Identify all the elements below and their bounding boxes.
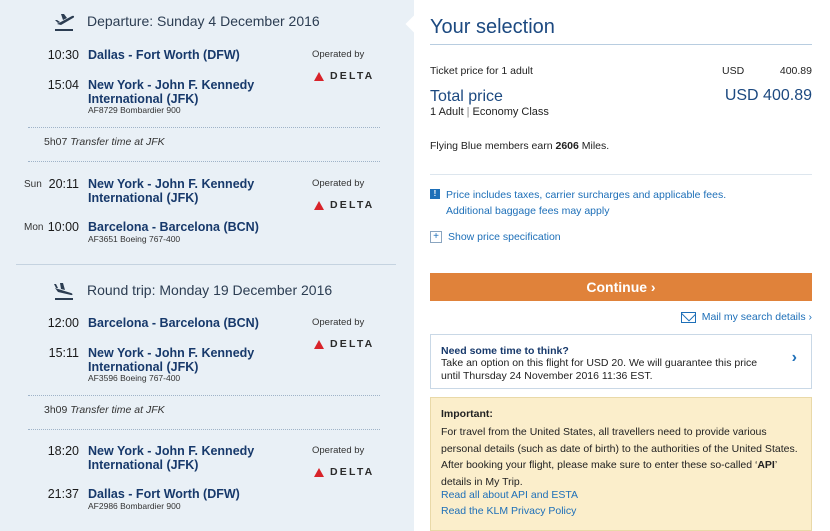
ticket-price-value: 400.89 — [779, 65, 812, 77]
return-title: Round trip: Monday 19 December 2016 — [87, 282, 333, 298]
arrival-time: 15:04 — [47, 78, 79, 92]
departure-day: Sun — [24, 179, 42, 190]
flight-info: AF2986 Bombardier 900 — [88, 501, 181, 511]
transfer-info: 5h07 Transfer time at JFK — [44, 136, 165, 148]
departure-place: New York - John F. Kennedy International… — [88, 177, 255, 205]
option-heading: Need some time to think? — [441, 345, 569, 357]
delta-logo: DELTA — [314, 466, 374, 478]
divider — [28, 161, 380, 162]
divider — [28, 127, 380, 128]
departure-time: 10:30 — [47, 48, 79, 62]
arrival-time: 15:11 — [48, 346, 79, 360]
show-price-spec-link[interactable]: Show price specification — [448, 231, 561, 243]
ticket-price-currency: USD — [722, 65, 745, 77]
option-text: Take an option on this flight for USD 20… — [441, 357, 758, 382]
arrival-time: 10:00 — [47, 220, 79, 234]
arrival-place: New York - John F. Kennedy International… — [88, 346, 255, 374]
notice-heading: Important: — [441, 408, 493, 420]
delta-triangle-icon — [314, 71, 324, 81]
ticket-price-label: Ticket price for 1 adult — [430, 65, 533, 77]
plane-landing-icon — [54, 283, 73, 300]
total-price-value: USD 400.89 — [724, 87, 812, 104]
info-icon: ! — [430, 189, 440, 199]
chevron-right-icon[interactable]: › — [792, 349, 797, 367]
delta-logo: DELTA — [314, 338, 374, 350]
privacy-policy-link[interactable]: Read the KLM Privacy Policy — [441, 505, 576, 517]
operated-by-label: Operated by — [312, 49, 365, 60]
envelope-icon — [680, 311, 696, 323]
passenger-summary: 1 Adult | Economy Class — [430, 106, 549, 118]
delta-triangle-icon — [314, 200, 324, 210]
notice-text: For travel from the United States, all t… — [441, 426, 798, 488]
departure-time: 18:20 — [47, 444, 79, 458]
divider — [28, 429, 380, 430]
delta-logo: DELTA — [314, 70, 374, 82]
miles-info: Flying Blue members earn 2606 Miles. — [430, 140, 610, 152]
divider — [430, 44, 812, 45]
mail-search-link[interactable]: Mail my search details › — [680, 311, 812, 323]
baggage-fees-link[interactable]: Additional baggage fees may apply — [446, 205, 609, 217]
departure-time: 20:11 — [48, 177, 79, 191]
operated-by-label: Operated by — [312, 178, 365, 189]
total-price-label: Total price — [430, 88, 503, 105]
plus-icon[interactable]: + — [430, 231, 442, 243]
operated-by-label: Operated by — [312, 445, 365, 456]
departure-title: Departure: Sunday 4 December 2016 — [87, 13, 320, 29]
page-title: Your selection — [430, 16, 555, 38]
itinerary-panel: Departure: Sunday 4 December 2016 10:30 … — [0, 0, 414, 531]
price-includes-link[interactable]: Price includes taxes, carrier surcharges… — [446, 189, 726, 201]
arrival-place: Dallas - Fort Worth (DFW) — [88, 487, 240, 501]
arrival-place: Barcelona - Barcelona (BCN) — [88, 220, 259, 234]
departure-place: Dallas - Fort Worth (DFW) — [88, 48, 240, 62]
departure-time: 12:00 — [47, 316, 79, 330]
delta-triangle-icon — [314, 339, 324, 349]
leg-separator — [16, 264, 396, 265]
flight-info: AF3651 Boeing 767-400 — [88, 234, 181, 244]
delta-logo: DELTA — [314, 199, 374, 211]
plane-takeoff-icon — [55, 14, 75, 31]
delta-triangle-icon — [314, 467, 324, 477]
departure-place: New York - John F. Kennedy International… — [88, 444, 255, 472]
option-box[interactable]: Need some time to think? Take an option … — [430, 334, 812, 389]
arrival-place: New York - John F. Kennedy International… — [88, 78, 255, 106]
departure-place: Barcelona - Barcelona (BCN) — [88, 316, 259, 330]
arrival-time: 21:37 — [47, 487, 79, 501]
important-notice: Important: For travel from the United St… — [430, 397, 812, 531]
flight-info: AF3596 Boeing 767-400 — [88, 373, 181, 383]
arrival-day: Mon — [24, 222, 44, 233]
flight-info: AF8729 Bombardier 900 — [88, 105, 181, 115]
api-esta-link[interactable]: Read all about API and ESTA — [441, 489, 578, 501]
transfer-info: 3h09 Transfer time at JFK — [44, 404, 165, 416]
divider — [430, 174, 812, 175]
operated-by-label: Operated by — [312, 317, 365, 328]
divider — [28, 395, 380, 396]
continue-button[interactable]: Continue › — [430, 273, 812, 301]
